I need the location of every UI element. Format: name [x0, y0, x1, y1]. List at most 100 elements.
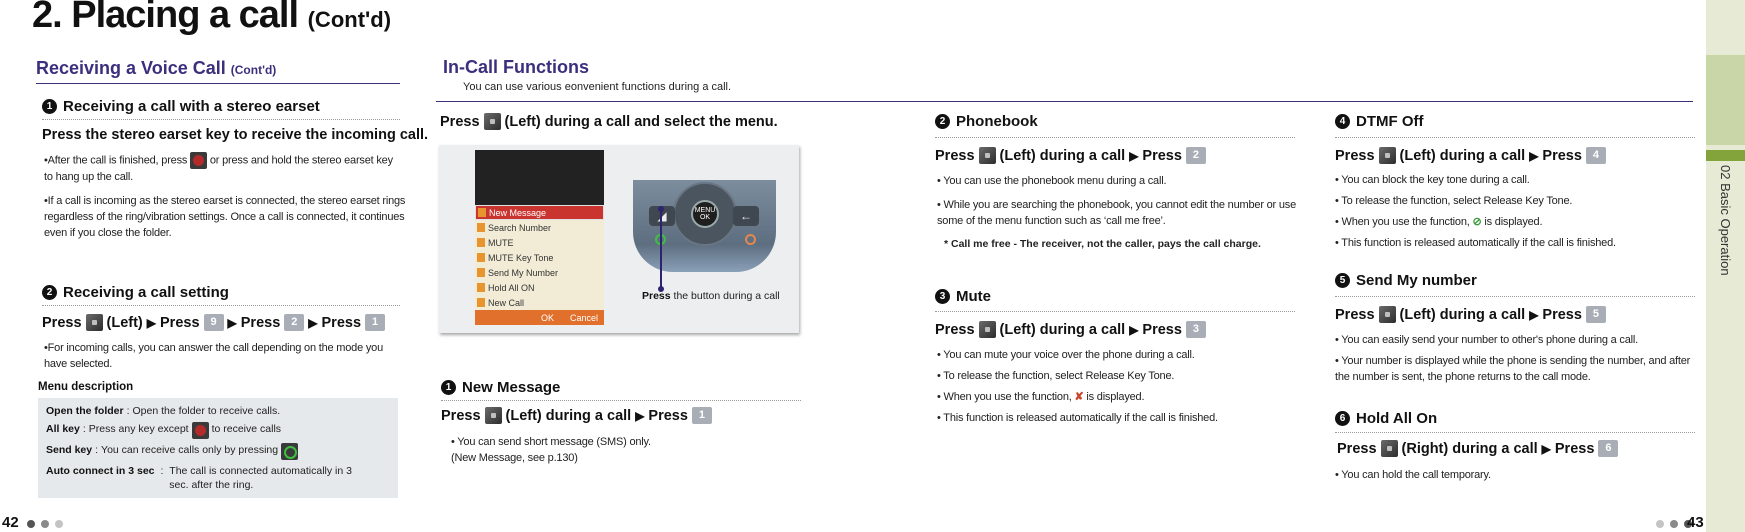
chapter-label: 02 Basic Operation	[1718, 165, 1733, 276]
item-title: DTMF Off	[1356, 113, 1424, 130]
section-title-cont: (Cont'd)	[230, 63, 277, 77]
screen-menu-item: MUTE Key Tone	[475, 250, 604, 265]
screen-menu: New Message Search Number MUTE MUTE Key …	[475, 205, 604, 310]
press-label: Press	[240, 314, 281, 331]
phone-keypad-image: MENU OK ◢ ←	[633, 180, 776, 272]
press-label: Press	[1335, 306, 1375, 323]
instruction-stereo: Press the stereo earset key to receive t…	[42, 127, 429, 143]
side-label: (Left) during a call	[999, 321, 1126, 338]
page-dots-left	[27, 520, 63, 528]
press-sequence: Press (Left) during a call ▶ Press 1	[441, 407, 712, 424]
side-label: (Left) during a call	[1399, 147, 1526, 164]
section-title-text: Receiving a Voice Call	[36, 58, 226, 78]
callout-caption: Press the button during a call	[642, 290, 780, 302]
press-label: Press	[321, 314, 362, 331]
key-6-icon: 6	[1598, 440, 1619, 457]
item-heading-new-message: 1 New Message	[441, 379, 560, 396]
bullet-text: •After the call is finished, press	[44, 154, 188, 167]
item-heading-send-my-number: 5 Send My number	[1335, 272, 1477, 289]
dotted-divider	[935, 311, 1295, 312]
bullet: • When you use the function, ✘ is displa…	[937, 389, 1218, 405]
menu-desc-term: Auto connect in 3 sec	[46, 465, 155, 477]
menu-desc-row: All key : Press any key except to receiv…	[46, 422, 390, 439]
dotted-divider	[1335, 432, 1695, 433]
section-rule	[36, 83, 400, 84]
bullet: • You can block the key tone during a ca…	[1335, 174, 1530, 186]
page-number-left: 42	[2, 514, 19, 531]
press-sequence: Press (Left) during a call ▶ Press 5	[1335, 306, 1606, 323]
menu-item-text: Search Number	[488, 222, 552, 233]
key-4-icon: 4	[1585, 147, 1606, 164]
menu-item-text: New Call	[488, 297, 525, 308]
mute-mic-icon: ✘	[1074, 391, 1084, 403]
menu-desc-text: to receive calls	[211, 423, 282, 435]
separator: :	[157, 465, 167, 477]
bullet: • To release the function, select Releas…	[1335, 195, 1573, 207]
item-title: Hold All On	[1356, 410, 1438, 427]
item-title: Receiving a call setting	[63, 284, 229, 301]
callout-text: the button during a call	[670, 290, 780, 302]
ok-key: MENU OK	[691, 200, 719, 228]
menu-desc-text: You can receive calls only by pressing	[101, 444, 279, 456]
bullet: • Your number is displayed while the pho…	[1335, 355, 1691, 383]
menu-item-text: Hold All ON	[488, 282, 535, 293]
press-label: Press	[1542, 147, 1582, 164]
bullet-phonebook-menu: • You can use the phonebook menu during …	[937, 175, 1167, 187]
bullet-hold: • You can hold the call temporary.	[1335, 469, 1491, 481]
key-5-icon: 5	[1585, 306, 1606, 323]
bullet-phonebook-search: • While you are searching the phonebook,…	[937, 199, 1297, 227]
menu-item-text: MUTE	[488, 237, 514, 248]
bullet: • You can mute your voice over the phone…	[937, 349, 1195, 361]
side-label: (Left) during a call	[505, 407, 632, 424]
left-softkey-icon	[484, 407, 502, 424]
bullet-mode: •For incoming calls, you can answer the …	[44, 342, 383, 370]
item-heading-stereo-earset: 1 Receiving a call with a stereo earset	[42, 98, 320, 115]
dotted-divider	[1335, 296, 1695, 297]
screen-status-area	[475, 150, 604, 205]
arrow-right-icon: ▶	[1129, 322, 1139, 337]
press-sequence: Press (Left) during a call ▶ Press 3	[935, 321, 1206, 338]
dot	[1670, 520, 1678, 528]
press-sequence: Press (Left) during a call ▶ Press 2	[935, 147, 1206, 164]
dotted-divider	[935, 137, 1295, 138]
section-subtitle: You can use various eonvenient functions…	[463, 81, 732, 93]
side-tab-shade	[1706, 55, 1745, 145]
bullet: • This function is released automaticall…	[1335, 237, 1616, 249]
dot	[1656, 520, 1664, 528]
callout-line	[660, 209, 662, 289]
press-sequence: Press (Left) ▶ Press 9 ▶ Press 2 ▶ Press…	[42, 314, 386, 331]
item-title: New Message	[462, 379, 561, 396]
number-badge: 6	[1335, 411, 1350, 426]
item-title: Phonebook	[956, 113, 1038, 130]
menu-description-box: Open the folder : Open the folder to rec…	[38, 398, 398, 498]
menu-desc-row: Auto connect in 3 sec : The call is conn…	[46, 464, 390, 492]
menu-desc-text: Press any key except	[88, 423, 189, 435]
section-rule	[436, 101, 1693, 102]
send-number-bullets: • You can easily send your number to oth…	[1335, 332, 1695, 385]
left-softkey-icon	[978, 147, 996, 164]
side-label: (Left) during a call	[999, 147, 1126, 164]
number-badge: 2	[935, 114, 950, 129]
side-label: (Left) during a call	[1399, 306, 1526, 323]
menu-desc-row: Send key : You can receive calls only by…	[46, 443, 390, 460]
left-softkey-icon	[1378, 306, 1396, 323]
key-2-icon: 2	[1185, 147, 1206, 164]
bullet-see-page: (New Message, see p.130)	[451, 452, 578, 464]
screen-menu-item: Search Number	[475, 220, 604, 235]
left-softkey-icon	[978, 321, 996, 338]
left-softkey-icon	[483, 113, 501, 130]
press-label: Press	[1142, 147, 1182, 164]
key-1-icon: 1	[691, 407, 712, 424]
bullet-incoming: •If a call is incoming as the stereo ear…	[44, 195, 406, 239]
bullet-text: • When you use the function,	[1335, 216, 1470, 228]
menu-desc-text: The call is connected automatically in 3…	[169, 465, 352, 491]
key-tone-off-icon: ⊘	[1472, 216, 1482, 228]
menu-desc-text: Open the folder to receive calls.	[132, 405, 281, 417]
dotted-divider	[42, 305, 400, 306]
dotted-divider	[441, 400, 801, 401]
item-heading-mute: 3 Mute	[935, 288, 991, 305]
screen-menu-item: Hold All ON	[475, 280, 604, 295]
left-softkey-icon	[85, 314, 103, 331]
phone-screen-image: New Message Search Number MUTE MUTE Key …	[475, 150, 604, 325]
item-title: Receiving a call with a stereo earset	[63, 98, 320, 115]
